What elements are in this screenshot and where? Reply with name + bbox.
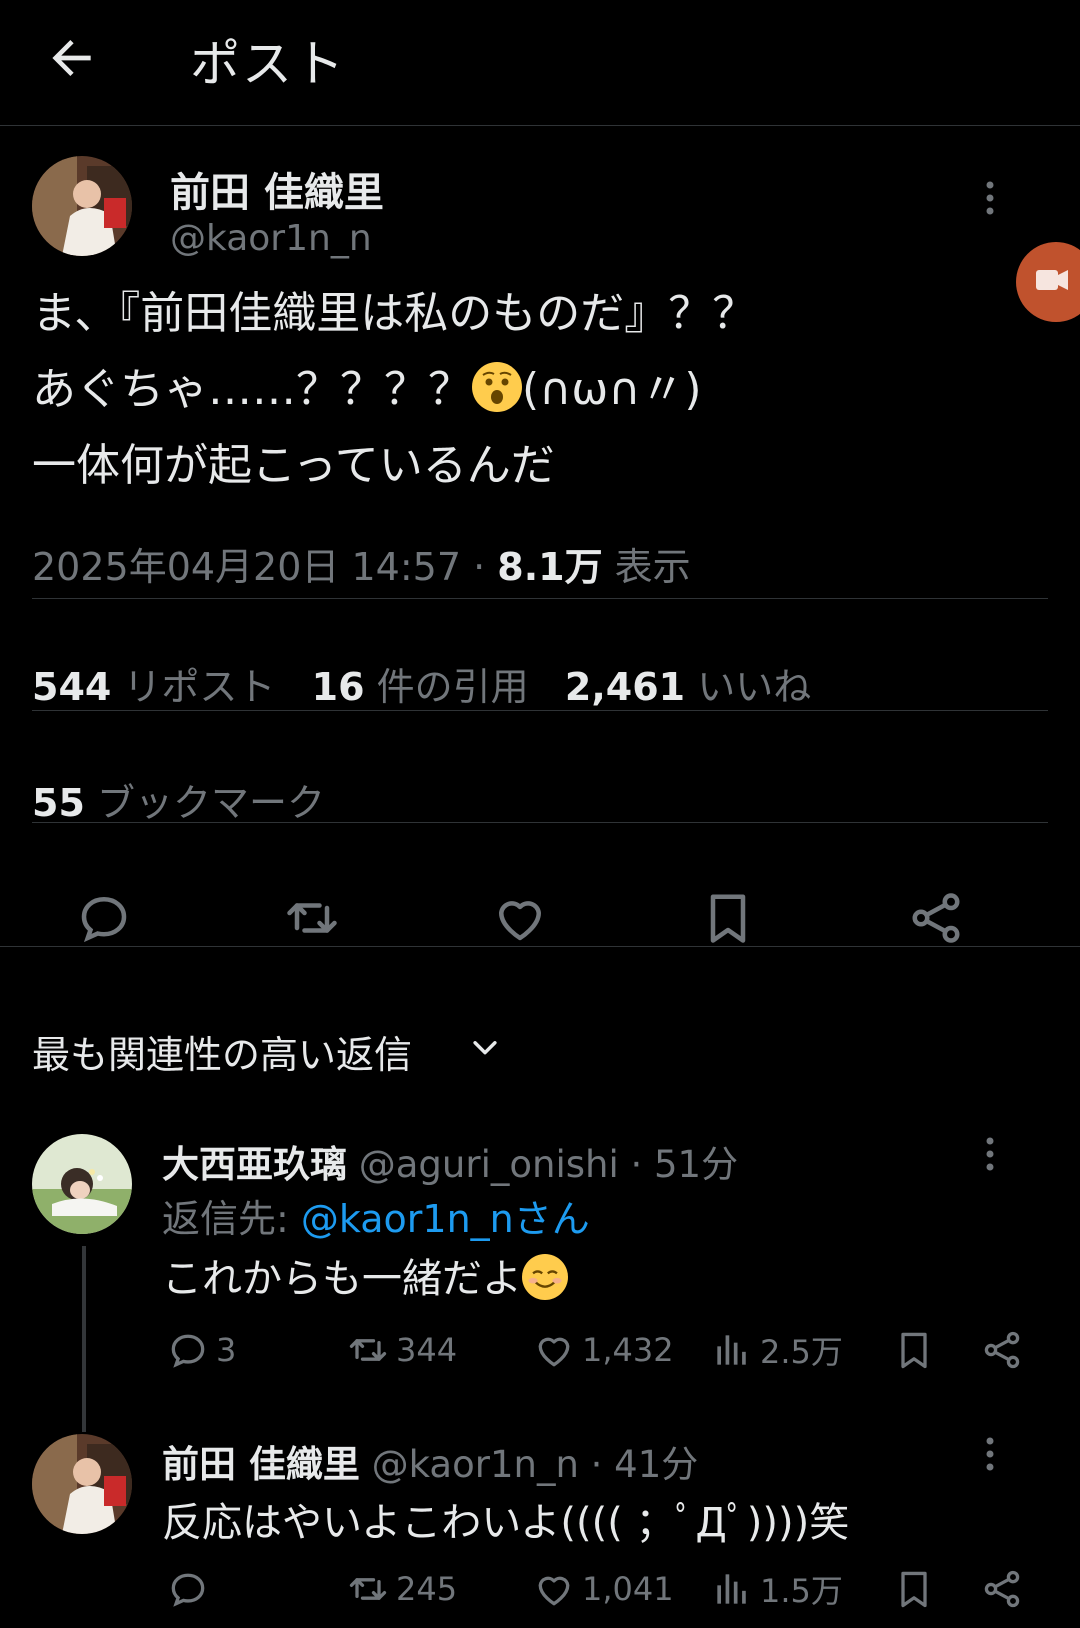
views-button[interactable]: 2.5万 xyxy=(710,1325,843,1375)
author-handle[interactable]: @kaor1n_n xyxy=(170,218,372,259)
divider xyxy=(32,710,1048,711)
reply-text: 反応はやいよこわいよ(((( ；ﾟДﾟ))))笑 xyxy=(162,1500,850,1546)
avatar[interactable] xyxy=(32,1434,132,1534)
bookmark-stat[interactable]: 55 ブックマーク xyxy=(32,772,325,827)
more-options-icon[interactable] xyxy=(970,1132,1010,1182)
top-bar xyxy=(0,0,1080,126)
like-count: 1,041 xyxy=(582,1570,674,1608)
repost-button[interactable]: 245 xyxy=(346,1564,457,1614)
reply-to-link[interactable]: @kaor1n_nさん xyxy=(301,1197,590,1241)
reply-button[interactable] xyxy=(166,1564,216,1614)
like-count: 1,432 xyxy=(582,1331,674,1369)
post-text-line-2: あぐちゃ……？？？？ (∩ω∩〃) xyxy=(32,362,702,415)
view-count: 1.5万 xyxy=(760,1572,843,1610)
post-text-line-1: ま、『前田佳織里は私のものだ』？？ xyxy=(32,288,757,339)
repost-count: 344 xyxy=(396,1331,458,1369)
engagement-stats: 544 リポスト 16 件の引用 2,461 いいね xyxy=(32,656,811,711)
reply-author-handle[interactable]: @kaor1n_n · 41分 xyxy=(360,1443,699,1486)
repost-stat[interactable]: 544 リポスト xyxy=(32,665,275,709)
reply-author-handle[interactable]: @aguri_onishi · 51分 xyxy=(347,1143,738,1186)
reply-header: 大西亜玖璃 @aguri_onishi · 51分 xyxy=(162,1134,738,1188)
share-icon[interactable] xyxy=(980,1325,1030,1375)
bookmark-icon[interactable] xyxy=(892,1564,942,1614)
avatar[interactable] xyxy=(32,1134,132,1234)
quote-stat[interactable]: 16 件の引用 xyxy=(312,665,529,709)
view-count: 2.5万 xyxy=(760,1333,843,1371)
divider xyxy=(32,822,1048,823)
view-label: 表示 xyxy=(602,545,691,589)
anguished-face-emoji xyxy=(472,362,522,412)
chevron-down-icon[interactable] xyxy=(468,1030,502,1064)
like-stat[interactable]: 2,461 いいね xyxy=(565,665,811,709)
divider xyxy=(32,598,1048,599)
repost-icon[interactable] xyxy=(282,888,342,948)
reply-header: 前田 佳織里 @kaor1n_n · 41分 xyxy=(162,1434,698,1488)
arrow-left-icon[interactable] xyxy=(44,30,100,86)
share-icon[interactable] xyxy=(980,1564,1030,1614)
more-options-icon[interactable] xyxy=(970,176,1010,226)
video-call-button[interactable] xyxy=(1016,242,1080,322)
reply-button[interactable]: 3 xyxy=(166,1325,236,1375)
reply-author-name[interactable]: 大西亜玖璃 xyxy=(162,1143,347,1186)
timestamp[interactable]: 2025年04月20日 14:57 · xyxy=(32,545,497,589)
divider xyxy=(0,946,1080,947)
more-options-icon[interactable] xyxy=(970,1432,1010,1482)
reply-sort-label[interactable]: 最も関連性の高い返信 xyxy=(32,1024,412,1079)
share-icon[interactable] xyxy=(906,888,966,948)
bookmark-icon[interactable] xyxy=(892,1325,942,1375)
like-button[interactable]: 1,432 xyxy=(532,1325,674,1375)
heart-icon[interactable] xyxy=(490,888,550,948)
page-title: ポスト xyxy=(190,35,346,93)
avatar[interactable] xyxy=(32,156,132,256)
post-meta: 2025年04月20日 14:57 · 8.1万 表示 xyxy=(32,536,691,591)
like-button[interactable]: 1,041 xyxy=(532,1564,674,1614)
reply-icon[interactable] xyxy=(74,888,134,948)
view-count: 8.1万 xyxy=(497,545,603,589)
smiling-face-emoji xyxy=(522,1254,568,1300)
author-name[interactable]: 前田 佳織里 xyxy=(170,160,384,218)
post-text-line-3: 一体何が起こっているんだ xyxy=(32,440,555,491)
reply-count: 3 xyxy=(216,1331,237,1369)
bookmark-icon[interactable] xyxy=(698,888,758,948)
reply-to: 返信先: @kaor1n_nさん xyxy=(162,1197,590,1241)
reply-author-name[interactable]: 前田 佳織里 xyxy=(162,1443,360,1486)
views-button[interactable]: 1.5万 xyxy=(710,1564,843,1614)
thread-line xyxy=(82,1246,86,1432)
reply-text: これからも一緒だよ xyxy=(162,1246,568,1304)
repost-count: 245 xyxy=(396,1570,458,1608)
repost-button[interactable]: 344 xyxy=(346,1325,457,1375)
